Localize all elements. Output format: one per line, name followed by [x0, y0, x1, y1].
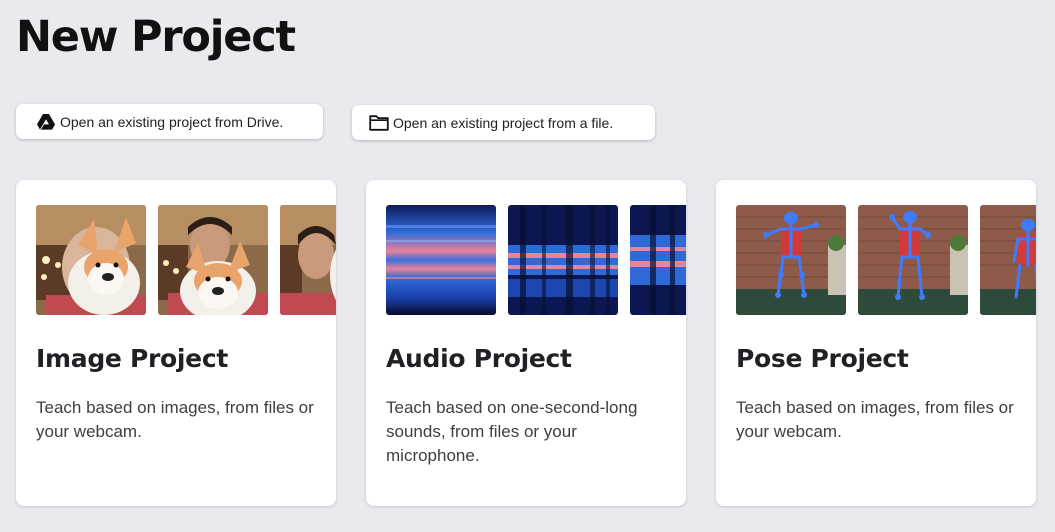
page-title: New Project — [16, 12, 296, 62]
pose-skeleton-photo — [858, 205, 968, 315]
image-project-thumbnails — [36, 205, 336, 315]
card-description: Teach based on images, from files or you… — [736, 398, 1014, 441]
card-description: Teach based on one-second-long sounds, f… — [386, 398, 638, 465]
folder-icon — [369, 113, 389, 133]
card-description: Teach based on images, from files or you… — [36, 398, 314, 441]
pose-skeleton-photo — [736, 205, 846, 315]
spectrogram-image — [630, 205, 686, 315]
open-from-drive-label: Open an existing project from Drive. — [60, 113, 284, 130]
card-title: Pose Project — [736, 344, 909, 373]
person-with-plush-dog-photo — [158, 205, 268, 315]
spectrogram-image — [386, 205, 496, 315]
pose-project-card[interactable]: Pose Project Teach based on images, from… — [716, 180, 1036, 506]
google-drive-icon — [36, 112, 56, 132]
person-with-plush-dog-photo — [280, 205, 336, 315]
audio-project-card[interactable]: Audio Project Teach based on one-second-… — [366, 180, 686, 506]
card-title: Image Project — [36, 344, 228, 373]
open-from-file-label: Open an existing project from a file. — [393, 114, 614, 131]
card-title: Audio Project — [386, 344, 572, 373]
audio-project-thumbnails — [386, 205, 686, 315]
new-project-page: New Project Open an existing project fro… — [0, 0, 1055, 532]
pose-project-thumbnails — [736, 205, 1036, 315]
person-with-plush-dog-photo — [36, 205, 146, 315]
image-project-card[interactable]: Image Project Teach based on images, fro… — [16, 180, 336, 506]
open-from-drive-button[interactable]: Open an existing project from Drive. — [16, 104, 323, 139]
open-from-file-button[interactable]: Open an existing project from a file. — [352, 105, 655, 140]
pose-skeleton-photo — [980, 205, 1036, 315]
spectrogram-image — [508, 205, 618, 315]
